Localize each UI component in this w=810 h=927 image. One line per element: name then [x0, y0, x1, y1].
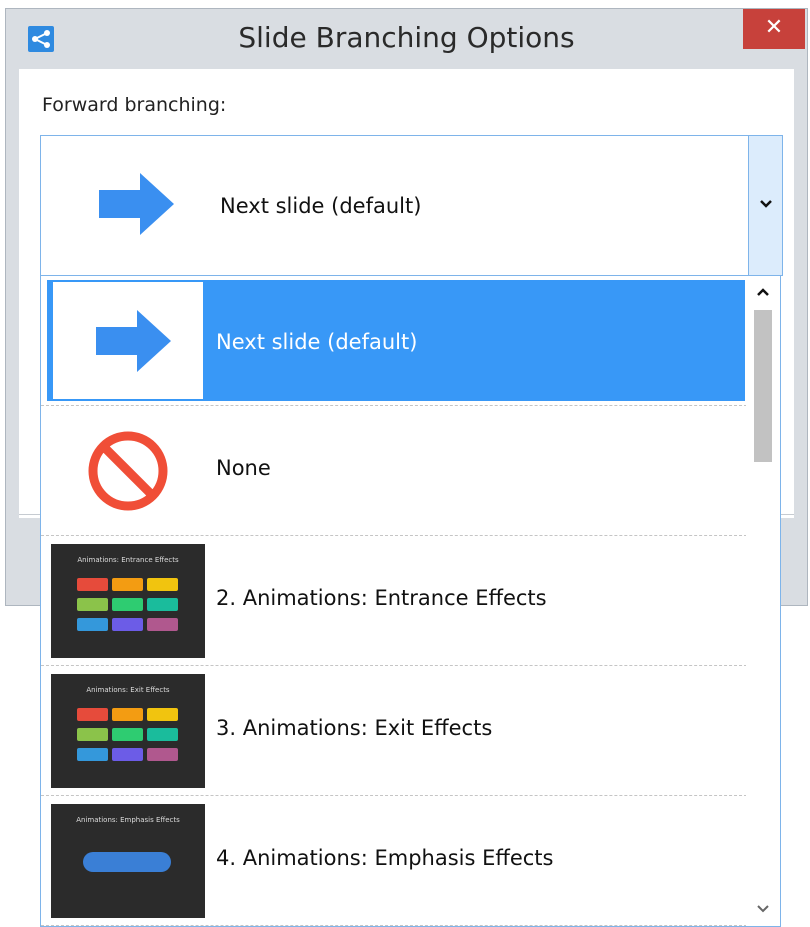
thumbnail-title: Animations: Exit Effects — [86, 686, 170, 694]
thumb-tile — [147, 708, 178, 721]
thumbnail-title: Animations: Emphasis Effects — [76, 816, 180, 824]
list-item[interactable]: Next slide (default) — [41, 276, 747, 406]
thumb-tile — [112, 748, 143, 761]
list-item[interactable]: Animations: Exit Effects 3. Animations: … — [41, 666, 747, 796]
thumb-tile — [112, 728, 143, 741]
scrollbar[interactable] — [746, 276, 780, 926]
option-label: 3. Animations: Exit Effects — [216, 716, 493, 740]
thumb-tile — [147, 598, 178, 611]
option-label: Next slide (default) — [216, 330, 418, 354]
scrollbar-thumb[interactable] — [754, 310, 772, 462]
thumb-tile — [112, 618, 143, 631]
thumb-button-shape — [83, 852, 171, 872]
slide-thumbnail: Animations: Entrance Effects — [51, 544, 205, 658]
thumb-tile — [77, 708, 108, 721]
options-dropdown-list: Next slide (default) None Animations: En… — [40, 276, 781, 927]
thumb-tile — [147, 618, 178, 631]
slide-thumbnail: Animations: Exit Effects — [51, 674, 205, 788]
list-item[interactable]: Animations: Entrance Effects 2. Animatio… — [41, 536, 747, 666]
dropdown-button[interactable] — [748, 136, 782, 275]
forward-branching-combobox[interactable]: Next slide (default) — [40, 135, 783, 276]
thumb-tile — [77, 618, 108, 631]
title-bar: Slide Branching Options ✕ — [6, 9, 807, 69]
list-item[interactable]: None — [41, 406, 747, 536]
option-label: None — [216, 456, 271, 480]
thumb-tile — [112, 708, 143, 721]
thumb-tile — [112, 598, 143, 611]
thumb-tile — [147, 578, 178, 591]
arrow-right-icon — [96, 310, 171, 372]
no-symbol-icon — [88, 431, 168, 511]
thumbnail-title: Animations: Entrance Effects — [77, 556, 179, 564]
forward-branching-label: Forward branching: — [42, 94, 227, 116]
thumb-tile — [147, 748, 178, 761]
thumb-tile — [77, 748, 108, 761]
chevron-up-icon[interactable] — [755, 286, 771, 298]
close-button[interactable]: ✕ — [743, 9, 805, 49]
combobox-value: Next slide (default) — [220, 194, 422, 218]
thumb-tile — [77, 728, 108, 741]
thumb-tile — [77, 578, 108, 591]
option-thumbnail — [53, 282, 203, 399]
list-item[interactable]: Animations: Emphasis Effects 4. Animatio… — [41, 796, 747, 926]
thumb-tile — [147, 728, 178, 741]
option-label: 2. Animations: Entrance Effects — [216, 586, 547, 610]
chevron-down-icon[interactable] — [755, 903, 771, 915]
dialog-title: Slide Branching Options — [238, 21, 575, 54]
option-label: 4. Animations: Emphasis Effects — [216, 846, 554, 870]
slide-thumbnail: Animations: Emphasis Effects — [51, 804, 205, 918]
arrow-right-icon — [96, 171, 176, 242]
chevron-down-icon — [760, 200, 772, 208]
thumb-tile — [112, 578, 143, 591]
thumb-tile — [77, 598, 108, 611]
option-thumbnail — [51, 412, 205, 529]
